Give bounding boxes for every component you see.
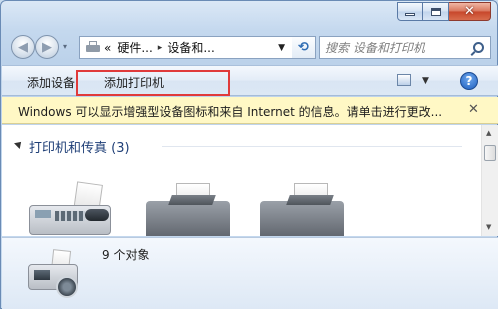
minimize-icon [405,13,415,16]
device-printer-2[interactable] [254,183,344,236]
scroll-thumb[interactable] [484,145,496,161]
change-view-icon[interactable] [397,74,411,86]
maximize-icon [430,7,441,16]
add-printer-button[interactable]: 添加打印机 [104,74,164,91]
help-icon[interactable]: ? [460,72,478,90]
group-header-printers-faxes[interactable]: 打印机和传真 (3) [29,137,130,156]
caption-buttons: ✕ [397,2,491,21]
refresh-button[interactable]: ⟲ [292,36,316,59]
maximize-button[interactable] [423,2,449,21]
refresh-icon: ⟲ [298,40,309,55]
info-bar-close-icon[interactable]: ✕ [468,102,479,117]
scroll-up-icon[interactable]: ▲ [486,129,491,137]
breadcrumb-separator-icon[interactable]: ▸ [158,43,163,53]
minimize-button[interactable] [397,2,423,21]
item-count: 9 个对象 [102,248,150,262]
close-icon: ✕ [464,4,475,19]
address-bar[interactable]: « 硬件... ▸ 设备和... ▼ [79,36,316,59]
info-bar[interactable]: Windows 可以显示增强型设备图标和来自 Internet 的信息。请单击进… [2,97,498,124]
navigation-bar: ◀ ▶ ▾ « 硬件... ▸ 设备和... ▼ ⟲ 搜索 设备和打印机 [9,34,493,60]
search-box[interactable]: 搜索 设备和打印机 [319,36,491,59]
device-fax[interactable] [27,181,117,236]
recent-pages-dropdown[interactable]: ▾ [63,42,67,51]
address-dropdown-icon[interactable]: ▼ [278,43,285,53]
view-options-dropdown[interactable]: ▼ [422,76,429,86]
window-frame: ✕ ◀ ▶ ▾ « 硬件... ▸ 设备和... ▼ ⟲ 搜索 设备和打印机 添… [0,0,498,309]
command-bar: 添加设备 添加打印机 ▼ ? [2,65,498,96]
breadcrumb-hardware[interactable]: 硬件... [117,39,152,56]
close-button[interactable]: ✕ [449,2,491,21]
breadcrumb-devices[interactable]: 设备和... [167,39,214,56]
info-bar-message[interactable]: Windows 可以显示增强型设备图标和来自 Internet 的信息。请单击进… [18,103,442,120]
back-arrow-icon: ◀ [18,39,28,55]
printer-icon [85,40,101,55]
breadcrumb-prefix[interactable]: « [104,41,111,55]
forward-arrow-icon: ▶ [42,39,52,55]
forward-button[interactable]: ▶ [35,35,59,59]
fax-icon [26,246,82,302]
device-printer-1[interactable] [140,183,230,236]
details-pane: 9 个对象 [2,237,498,309]
group-divider [162,146,462,147]
collapse-group-icon[interactable] [14,139,24,149]
search-icon[interactable] [473,42,484,53]
vertical-scrollbar[interactable]: ▲ ▼ [481,125,498,236]
search-input[interactable]: 搜索 设备和打印机 [325,39,425,56]
add-device-button[interactable]: 添加设备 [27,74,75,91]
scroll-down-icon[interactable]: ▼ [486,223,491,231]
back-button[interactable]: ◀ [11,35,35,59]
device-list: 打印机和传真 (3) ▲ ▼ [2,125,498,236]
